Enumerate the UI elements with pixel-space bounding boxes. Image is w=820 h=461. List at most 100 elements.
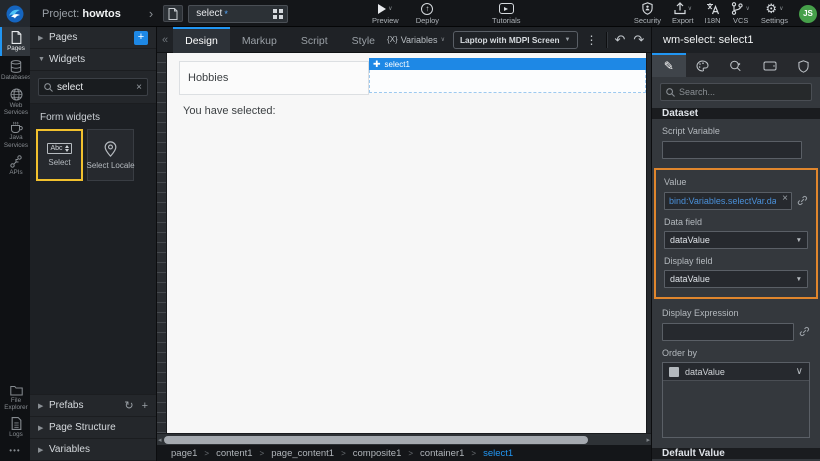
vcs-button[interactable]: ∨ VCS <box>731 0 750 27</box>
breadcrumb-content1[interactable]: content1 <box>216 448 252 459</box>
scroll-right-icon[interactable]: ▸ <box>646 434 650 446</box>
breadcrumb-composite1[interactable]: composite1 <box>353 448 402 459</box>
script-variable-input[interactable] <box>662 141 802 159</box>
section-page-structure[interactable]: ▶ Page Structure <box>30 417 156 439</box>
variables-button[interactable]: {X} Variables ∨ <box>387 35 445 45</box>
tab-security[interactable] <box>786 53 820 77</box>
clear-binding-icon[interactable]: × <box>782 193 788 204</box>
more-options-icon[interactable]: ⋮ <box>586 33 598 47</box>
bind-link-icon[interactable] <box>799 326 810 337</box>
branch-icon <box>732 2 744 15</box>
add-prefab-icon[interactable]: + <box>142 400 148 412</box>
location-pin-icon <box>104 140 117 157</box>
move-icon: ✚ <box>373 58 381 69</box>
display-field-select[interactable]: dataValue ▼ <box>664 270 808 288</box>
redo-icon[interactable]: ↷ <box>633 33 644 46</box>
deploy-button[interactable]: ↑ Deploy <box>416 0 439 27</box>
widget-selection-header[interactable]: ✚ select1 <box>369 58 646 70</box>
widget-card-select[interactable]: Abc Select <box>36 129 83 181</box>
editor-toolbar: « Design Markup Script Style {X} Variabl… <box>157 26 681 53</box>
rail-overflow-menu[interactable]: ••• <box>0 442 30 461</box>
data-field-select[interactable]: dataValue ▼ <box>664 231 808 249</box>
sidebar-item-databases[interactable]: Databases <box>0 56 31 85</box>
sidebar-item-file-explorer[interactable]: File Explorer <box>0 382 30 413</box>
triangle-right-icon: ▶ <box>38 424 44 432</box>
settings-button[interactable]: ⚙ ∨ Settings <box>761 0 788 27</box>
globe-icon <box>10 88 22 101</box>
tab-script[interactable]: Script <box>289 27 340 53</box>
wavemaker-logo[interactable] <box>0 0 30 27</box>
sidebar-item-apis[interactable]: APIs <box>0 151 30 180</box>
breadcrumb-chevron-icon: › <box>148 6 154 21</box>
gear-icon: ⚙ <box>765 1 778 16</box>
security-button[interactable]: Security <box>634 0 661 27</box>
section-pages[interactable]: ▶ Pages + <box>30 27 156 49</box>
i18n-button[interactable]: I18N <box>705 0 720 27</box>
hobbies-label-widget[interactable]: Hobbies <box>179 61 369 95</box>
tab-design[interactable]: Design <box>173 26 230 53</box>
breadcrumb-page-content1[interactable]: page_content1 <box>271 448 334 459</box>
dropdown-arrow-icon: ▼ <box>564 36 571 43</box>
design-canvas[interactable]: Hobbies ✚ select1 You have selected: <box>167 53 646 433</box>
wavemaker-logo-icon <box>6 5 24 22</box>
scrollbar-thumb[interactable] <box>164 436 588 444</box>
widget-group-title: Form widgets <box>40 112 101 123</box>
tab-events[interactable] <box>719 53 753 77</box>
undo-icon[interactable]: ↶ <box>615 33 626 46</box>
section-prefabs[interactable]: ▶ Prefabs ↻ + <box>30 395 156 417</box>
user-avatar[interactable]: JS <box>799 4 817 23</box>
sidebar-item-java-services[interactable]: Java Services <box>0 118 30 150</box>
chevron-down-icon: ∨ <box>795 366 803 377</box>
tab-properties[interactable]: ✎ <box>652 53 686 77</box>
properties-panel: wm-select: select1 ✎ Search... Dataset S… <box>651 27 820 461</box>
breadcrumb-select1[interactable]: select1 <box>483 448 513 459</box>
collapse-left-icon[interactable]: « <box>157 34 173 46</box>
sidebar-item-pages[interactable]: Pages <box>0 27 30 56</box>
breadcrumb-page1[interactable]: page1 <box>171 448 197 459</box>
tab-device[interactable] <box>753 53 787 77</box>
chevron-down-icon: ∨ <box>779 6 784 12</box>
order-by-multiselect[interactable]: dataValue ∨ <box>662 362 810 438</box>
refresh-icon[interactable]: ↻ <box>124 399 133 412</box>
section-variables[interactable]: ▶ Variables <box>30 439 156 461</box>
document-icon <box>168 7 178 20</box>
breadcrumb-container1[interactable]: container1 <box>420 448 464 459</box>
widget-results: Form widgets Abc Select Select Locale <box>30 104 156 394</box>
tab-styles[interactable] <box>686 53 720 77</box>
dropdown-arrow-icon: ▼ <box>795 236 802 244</box>
property-search-input[interactable] <box>679 87 806 97</box>
variables-icon: {X} <box>387 35 398 44</box>
tab-style[interactable]: Style <box>340 27 387 53</box>
horizontal-scrollbar[interactable]: ◂ ▸ <box>157 433 651 445</box>
page-selector-dropdown[interactable]: select * <box>188 4 289 23</box>
sidebar-item-logs[interactable]: Logs <box>0 413 30 442</box>
page-icon[interactable] <box>163 5 184 22</box>
add-page-button[interactable]: + <box>134 30 148 45</box>
grid-icon[interactable] <box>273 8 284 19</box>
triangle-right-icon: ▶ <box>38 402 44 410</box>
tutorials-button[interactable]: Tutorials <box>492 0 521 27</box>
sidebar-item-web-services[interactable]: Web Services <box>0 85 30 118</box>
value-binding-input[interactable] <box>664 192 792 210</box>
device-selector-dropdown[interactable]: Laptop with MDPI Screen ▼ <box>452 30 578 49</box>
database-icon <box>10 60 22 74</box>
widget-card-select-locale[interactable]: Select Locale <box>86 129 135 181</box>
display-expression-input[interactable] <box>662 323 794 341</box>
clear-search-icon[interactable]: × <box>136 82 142 93</box>
tab-markup[interactable]: Markup <box>230 27 289 53</box>
order-by-checkbox[interactable] <box>669 366 679 377</box>
scroll-left-icon[interactable]: ◂ <box>158 434 162 446</box>
widget-search-input[interactable] <box>57 81 133 93</box>
bind-link-icon[interactable] <box>797 195 808 206</box>
selected-select-widget[interactable]: ✚ select1 <box>369 58 646 93</box>
left-panel: ▶ Pages + ▼ Widgets × Form widgets Abc S… <box>30 27 157 461</box>
export-button[interactable]: ∨ Export <box>672 0 694 27</box>
section-widgets[interactable]: ▼ Widgets <box>30 49 156 71</box>
data-field-label: Data field <box>664 217 703 227</box>
api-icon <box>10 155 22 169</box>
select-widget-body[interactable] <box>369 70 646 93</box>
preview-button[interactable]: ∨ Preview <box>372 0 399 27</box>
translate-icon <box>707 3 720 15</box>
value-label: Value <box>664 177 687 187</box>
page-selector-value: select <box>196 8 223 19</box>
